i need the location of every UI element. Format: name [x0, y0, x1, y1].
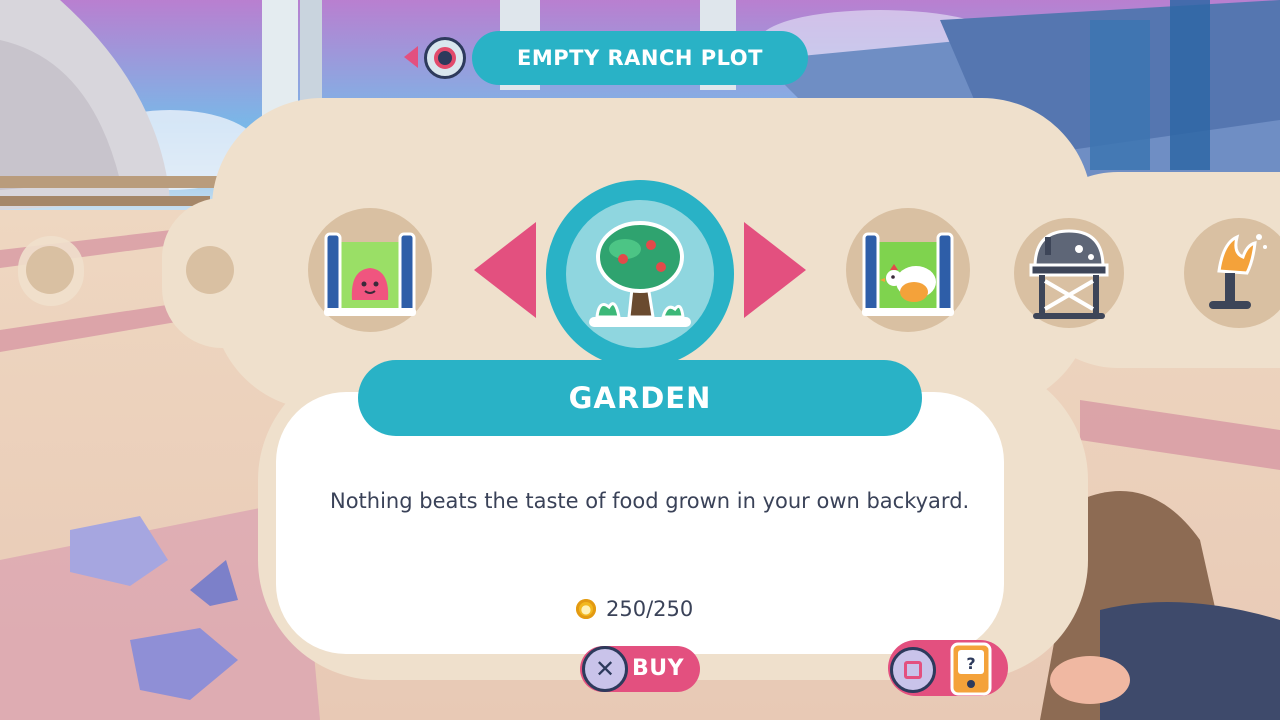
newbuck-coin-icon: ●: [576, 599, 596, 619]
square-button-icon: [890, 647, 936, 693]
carousel-item-garden[interactable]: [566, 200, 714, 348]
price-value: 250/250: [606, 597, 694, 621]
page-title: EMPTY RANCH PLOT: [472, 31, 808, 85]
carousel-next-arrow-icon[interactable]: [744, 222, 806, 318]
back-arrow-icon[interactable]: [404, 46, 418, 68]
corral-pink-slime-icon: [324, 232, 416, 316]
item-name: GARDEN: [358, 360, 922, 436]
circle-glyph-icon: [434, 47, 456, 69]
price-display: ● 250/250: [576, 594, 693, 624]
carousel-item-incinerator[interactable]: [1184, 218, 1280, 328]
carousel-item-coop[interactable]: [846, 208, 970, 332]
square-glyph-icon: [904, 661, 922, 679]
svg-text:?: ?: [966, 654, 975, 673]
coop-chicken-icon: [862, 232, 954, 316]
carousel-prev-arrow-icon[interactable]: [474, 222, 536, 318]
garden-tree-icon: [589, 221, 691, 327]
silo-icon: [1029, 229, 1109, 319]
item-description: Nothing beats the taste of food grown in…: [330, 489, 970, 513]
slimepedia-icon: ?: [950, 642, 992, 696]
buy-button-label: BUY: [632, 656, 685, 681]
incinerator-icon: [1209, 234, 1267, 309]
cross-button-icon: ✕: [582, 646, 628, 692]
carousel-item-silo[interactable]: [1014, 218, 1124, 328]
carousel-dot-far-left: [26, 246, 74, 294]
circle-button-icon[interactable]: [424, 37, 466, 79]
carousel-item-corral[interactable]: [308, 208, 432, 332]
carousel-dot-left: [186, 246, 234, 294]
